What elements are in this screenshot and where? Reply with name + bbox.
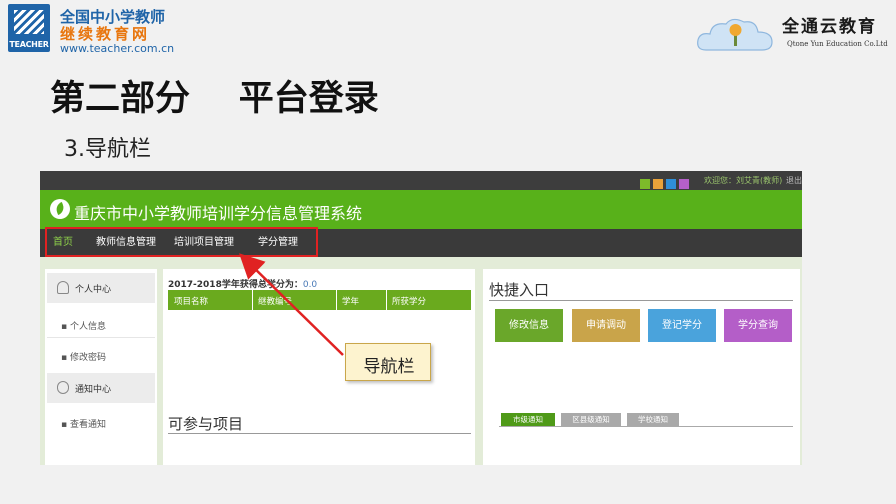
personal-center-header[interactable]: 个人中心 bbox=[47, 273, 155, 303]
user-icon bbox=[57, 281, 69, 294]
tab-school-notices[interactable]: 学校通知 bbox=[627, 413, 679, 426]
qtone-logo: 全通云教育 Qtone Yun Education Co.Ltd bbox=[692, 8, 892, 58]
leaf-logo-icon bbox=[50, 199, 70, 219]
system-title: 重庆市中小学教师培训学分信息管理系统 bbox=[74, 204, 363, 223]
color-square[interactable] bbox=[666, 179, 676, 189]
tab-city-notices[interactable]: 市级通知 bbox=[501, 413, 555, 426]
divider bbox=[499, 426, 793, 427]
divider bbox=[168, 433, 471, 434]
notice-center-header[interactable]: 通知中心 bbox=[47, 373, 155, 403]
callout-label: 导航栏 bbox=[363, 357, 415, 377]
apply-transfer-button[interactable]: 申请调动 bbox=[572, 309, 640, 342]
credit-query-button[interactable]: 学分查询 bbox=[724, 309, 792, 342]
register-credits-button[interactable]: 登记学分 bbox=[648, 309, 716, 342]
badge-text: TEACHER bbox=[9, 40, 49, 49]
slide-subtitle: 3.导航栏 bbox=[64, 137, 151, 162]
credits-caption: 2017-2018学年获得总学分为：0.0 bbox=[168, 280, 318, 290]
teacher-badge-icon: TEACHER bbox=[8, 4, 50, 52]
notice-center-label: 通知中心 bbox=[75, 385, 112, 395]
brand-name: 全通云教育 bbox=[782, 17, 877, 37]
logo-line-2: 继续教育网 bbox=[60, 25, 151, 43]
personal-center-label: 个人中心 bbox=[75, 285, 112, 295]
system-screenshot: 欢迎您：刘艾青(教师) 退出 重庆市中小学教师培训学分信息管理系统 首页 教师信… bbox=[40, 171, 802, 465]
sidebar-item-change-password[interactable]: ▪ 修改密码 bbox=[61, 350, 106, 363]
tab-district-notices[interactable]: 区县级通知 bbox=[561, 413, 621, 426]
column-header: 所获学分 bbox=[392, 297, 427, 307]
available-projects-title: 可参与项目 bbox=[168, 415, 244, 433]
chat-bubble-icon bbox=[57, 381, 69, 394]
column-header: 继教编号 bbox=[258, 297, 293, 307]
teacher-logo: TEACHER 全国中小学教师 继续教育网 www.teacher.com.cn bbox=[8, 4, 208, 56]
credits-table-header: 项目名称 继教编号 学年 所获学分 bbox=[168, 290, 471, 310]
logout-link[interactable]: 退出 bbox=[786, 175, 802, 186]
slide-title: 第二部分 平台登录 bbox=[50, 79, 379, 119]
column-header: 学年 bbox=[342, 297, 360, 307]
divider bbox=[47, 337, 155, 338]
color-square[interactable] bbox=[640, 179, 650, 189]
divider bbox=[489, 300, 793, 301]
sidebar: 个人中心 ▪ 个人信息 ▪ 修改密码 通知中心 ▪ 查看通知 bbox=[45, 269, 157, 465]
logo-url: www.teacher.com.cn bbox=[60, 42, 175, 55]
welcome-text: 欢迎您：刘艾青(教师) bbox=[704, 176, 783, 185]
sidebar-item-personal-info[interactable]: ▪ 个人信息 bbox=[61, 319, 106, 332]
edit-info-button[interactable]: 修改信息 bbox=[495, 309, 563, 342]
column-header: 项目名称 bbox=[174, 297, 209, 307]
cloud-icon bbox=[697, 18, 773, 51]
top-strip: 欢迎您：刘艾青(教师) 退出 bbox=[40, 171, 802, 190]
color-square[interactable] bbox=[653, 179, 663, 189]
nav-highlight-box bbox=[45, 227, 318, 257]
sidebar-item-view-notices[interactable]: ▪ 查看通知 bbox=[61, 417, 106, 430]
color-square[interactable] bbox=[679, 179, 689, 189]
quick-access-title: 快捷入口 bbox=[489, 281, 550, 299]
quick-access-panel: 快捷入口 修改信息 申请调动 登记学分 学分查询 市级通知 区县级通知 学校通知 bbox=[483, 269, 800, 465]
system-banner: 重庆市中小学教师培训学分信息管理系统 bbox=[40, 190, 802, 229]
brand-name-en: Qtone Yun Education Co.Ltd bbox=[787, 40, 888, 48]
nav-callout-box: 导航栏 bbox=[345, 343, 431, 381]
